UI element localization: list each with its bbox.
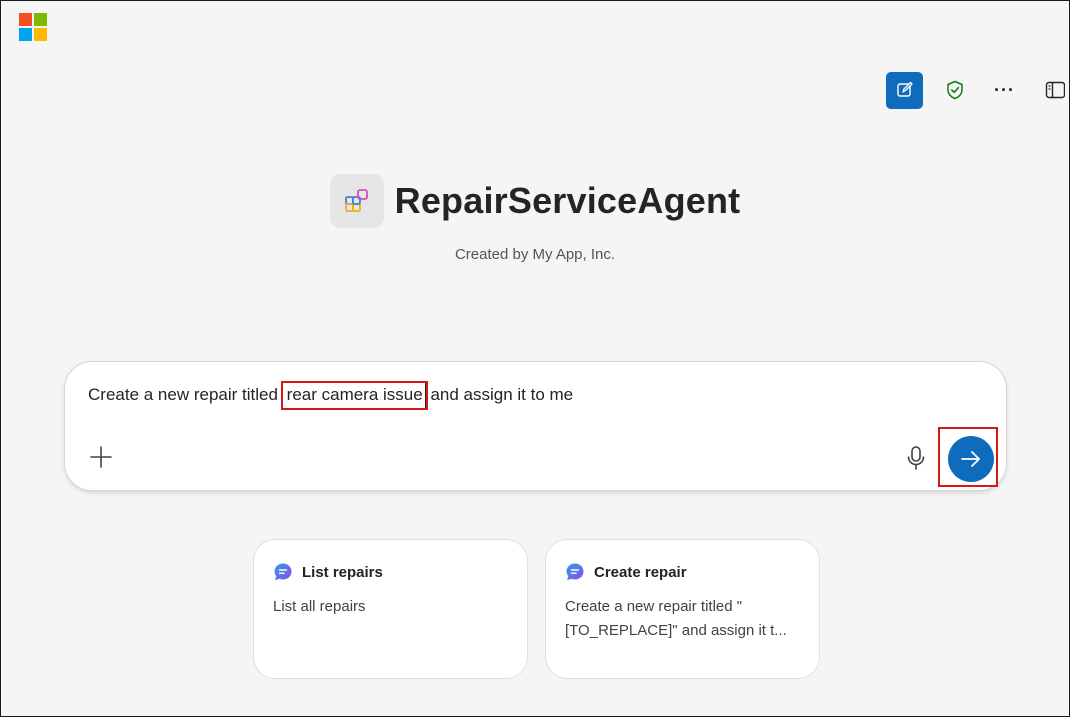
suggestion-card-body-line: [TO_REPLACE]" and assign it t... xyxy=(565,622,787,639)
arrow-right-icon xyxy=(961,451,980,467)
app-window: ··· RepairServiceAgent Created by My App… xyxy=(0,0,1070,717)
add-attachment-button[interactable] xyxy=(89,445,113,469)
message-input[interactable]: Create a new repair titled rear camera i… xyxy=(88,381,574,410)
new-chat-button[interactable] xyxy=(886,71,923,109)
plus-icon xyxy=(90,446,112,468)
shield-check-icon xyxy=(946,80,963,100)
chat-bubble-icon xyxy=(566,563,584,581)
apps-icon xyxy=(344,189,368,212)
sidebar-icon xyxy=(1045,81,1065,99)
agent-app-icon xyxy=(329,174,384,228)
chat-bubble-icon xyxy=(274,563,292,581)
message-compose-box: Create a new repair titled rear camera i… xyxy=(64,361,1007,491)
more-options-button[interactable]: ··· xyxy=(986,72,1023,109)
suggestion-card-title: Create repair xyxy=(594,563,687,581)
suggestion-card-body-line: Create a new repair titled " xyxy=(565,598,743,615)
compose-icon xyxy=(896,81,913,97)
microphone-button[interactable] xyxy=(905,445,927,471)
suggestion-card-header: Create repair xyxy=(565,562,799,582)
message-text-after: and assign it to me xyxy=(425,385,574,404)
privacy-button[interactable] xyxy=(936,72,973,109)
send-button[interactable] xyxy=(948,436,994,482)
suggestion-card-create-repair[interactable]: Create repair Create a new repair titled… xyxy=(545,539,820,679)
suggestion-card-body: List all repairs xyxy=(273,598,366,615)
agent-title: RepairServiceAgent xyxy=(394,180,741,221)
microphone-icon xyxy=(907,446,925,470)
send-button-highlight xyxy=(938,427,998,487)
suggestion-card-header: List repairs xyxy=(273,562,507,582)
suggestion-card-title: List repairs xyxy=(302,563,383,581)
top-toolbar: ··· xyxy=(873,71,1069,109)
more-icon: ··· xyxy=(994,79,1015,100)
agent-header: RepairServiceAgent xyxy=(1,174,1069,228)
message-text-before: Create a new repair titled xyxy=(88,385,283,404)
sidebar-toggle-button[interactable] xyxy=(1045,72,1069,109)
agent-subtitle: Created by My App, Inc. xyxy=(454,246,616,263)
suggestion-card-body: Create a new repair titled " [TO_REPLACE… xyxy=(565,595,799,643)
highlighted-title-text: rear camera issue xyxy=(280,381,428,410)
suggestion-card-list-repairs[interactable]: List repairs List all repairs xyxy=(253,539,528,679)
microsoft-logo xyxy=(19,13,47,41)
